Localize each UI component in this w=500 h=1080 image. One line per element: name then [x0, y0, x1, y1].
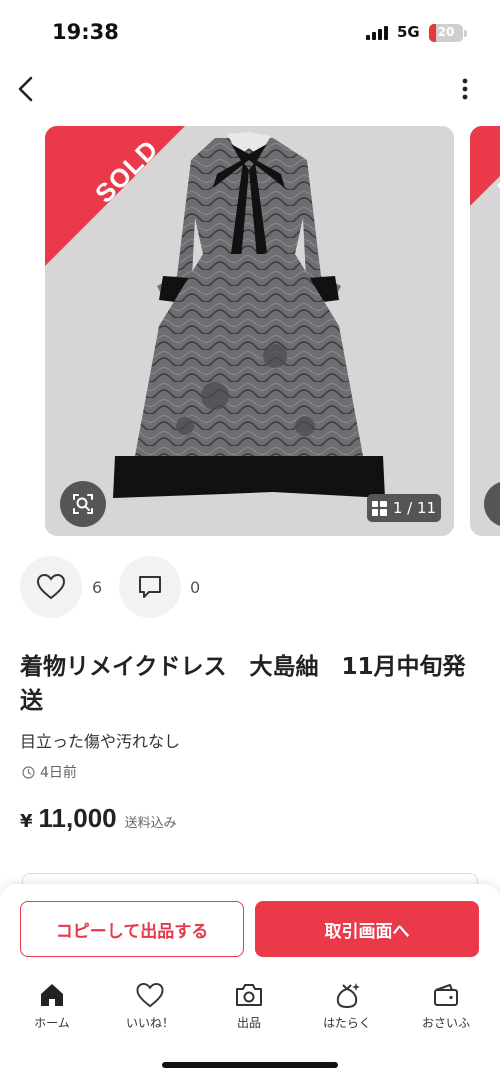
action-bar: コピーして出品する 取引画面へ: [0, 884, 500, 974]
tab-work-label: はたらく: [323, 1016, 371, 1030]
more-vertical-icon: [462, 78, 468, 100]
home-indicator: [162, 1062, 338, 1068]
battery-icon: 20: [429, 24, 463, 42]
comment-icon: [139, 576, 161, 598]
tab-likes[interactable]: いいね！: [110, 980, 190, 1036]
photo-counter-text: 1 / 11: [392, 499, 437, 517]
heart-icon: [36, 573, 66, 600]
battery-level: 20: [437, 25, 455, 39]
sold-banner: SOLD: [45, 126, 185, 270]
tab-wallet[interactable]: おさいふ: [406, 980, 486, 1036]
chevron-left-icon: [18, 76, 33, 102]
tab-home-label: ホーム: [34, 1016, 70, 1030]
heart-icon: [136, 982, 164, 1007]
back-button[interactable]: [12, 72, 42, 106]
item-price: 11,000: [38, 803, 117, 833]
tab-sell-label: 出品: [236, 1016, 261, 1030]
status-bar: 19:38 5G 20: [0, 0, 500, 60]
currency-symbol: ¥: [20, 811, 33, 832]
network-type: 5G: [397, 23, 420, 41]
photo-counter[interactable]: 1 / 11: [367, 494, 441, 522]
copy-listing-button[interactable]: コピーして出品する: [20, 901, 244, 957]
shipping-info: 送料込み: [124, 816, 177, 831]
photo-gallery[interactable]: SOLD 1 / 11: [0, 126, 500, 536]
like-button[interactable]: [20, 556, 82, 618]
clock-icon: [22, 765, 35, 779]
posted-time-text: 4日前: [40, 765, 77, 781]
tab-home[interactable]: ホーム: [12, 980, 92, 1036]
more-options-button[interactable]: [452, 76, 478, 102]
grid-icon: [371, 500, 387, 516]
tab-likes-label: いいね！: [125, 1016, 174, 1030]
price-row: ¥ 11,000 送料込み: [20, 803, 177, 834]
like-count: 6: [92, 578, 103, 597]
scan-search-icon: [73, 494, 93, 514]
status-time: 19:38: [52, 20, 119, 44]
tab-wallet-label: おさいふ: [421, 1016, 470, 1030]
money-bag-icon: [336, 983, 360, 1008]
next-product-photo[interactable]: [470, 126, 500, 536]
product-photo[interactable]: SOLD 1 / 11: [45, 126, 454, 536]
item-title: 着物リメイクドレス 大島紬 11月中旬発送: [20, 654, 466, 714]
item-condition: 目立った傷や汚れなし: [20, 732, 181, 751]
next-sold-banner: [470, 126, 500, 206]
go-to-transaction-button[interactable]: 取引画面へ: [255, 901, 479, 957]
comment-count: 0: [190, 578, 201, 597]
wallet-icon: [434, 984, 458, 1006]
tab-work[interactable]: はたらく: [307, 980, 387, 1036]
zoom-button[interactable]: [60, 481, 106, 527]
tab-sell[interactable]: 出品: [209, 980, 289, 1036]
comment-button[interactable]: [119, 556, 181, 618]
home-icon: [41, 984, 63, 1006]
posted-time: 4日前: [22, 762, 77, 782]
signal-icon: [366, 26, 390, 40]
camera-icon: [236, 984, 262, 1006]
